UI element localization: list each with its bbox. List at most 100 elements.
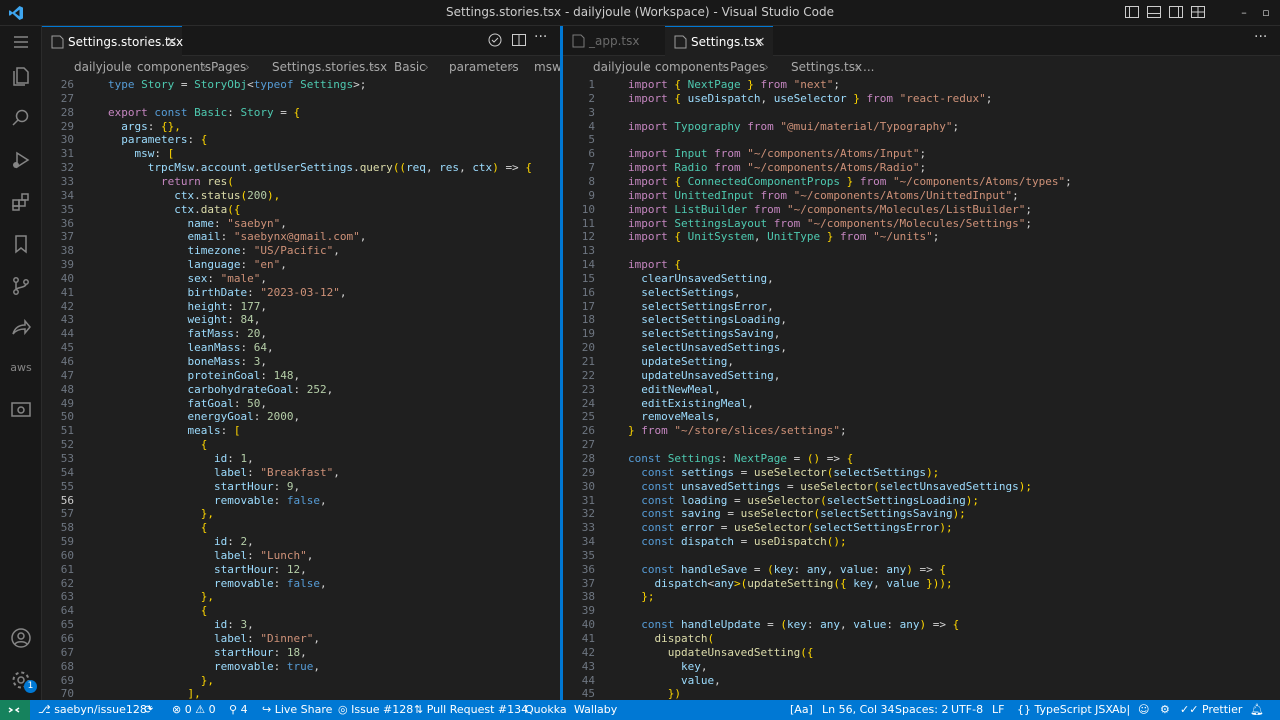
- code-line[interactable]: 33 return res(: [42, 175, 547, 189]
- code-line[interactable]: 34 const dispatch = useDispatch();: [563, 535, 1263, 549]
- tab-app[interactable]: _app.tsx: [563, 26, 661, 56]
- code-line[interactable]: 30 parameters: {: [42, 133, 547, 147]
- encoding[interactable]: UTF-8: [951, 700, 983, 720]
- code-line[interactable]: 35 ctx.data({: [42, 203, 547, 217]
- branch-item[interactable]: ⎇ saebyn/issue128*: [38, 700, 152, 720]
- tab-settings[interactable]: Settings.tsx ×: [665, 26, 773, 56]
- code-line[interactable]: 1 import { NextPage } from "next";: [563, 78, 1263, 92]
- code-line[interactable]: 34 ctx.status(200),: [42, 189, 547, 203]
- code-line[interactable]: 9 import UnittedInput from "~/components/…: [563, 189, 1263, 203]
- extensions-icon[interactable]: [9, 190, 33, 214]
- code-line[interactable]: 18 selectSettingsLoading,: [563, 313, 1263, 327]
- code-line[interactable]: 45 leanMass: 64,: [42, 341, 547, 355]
- code-line[interactable]: 22 updateUnsavedSetting,: [563, 369, 1263, 383]
- aws-icon[interactable]: aws: [9, 356, 33, 380]
- remote-explorer-icon[interactable]: [9, 398, 33, 422]
- pull-request-item[interactable]: ⇅ Pull Request #134: [414, 700, 528, 720]
- code-line[interactable]: 57 },: [42, 507, 547, 521]
- code-line[interactable]: 38 timezone: "US/Pacific",: [42, 244, 547, 258]
- code-line[interactable]: 70 ],: [42, 687, 547, 700]
- close-icon[interactable]: ×: [166, 27, 178, 57]
- code-line[interactable]: 42 updateUnsavedSetting({: [563, 646, 1263, 660]
- code-line[interactable]: 11 import SettingsLayout from "~/componen…: [563, 217, 1263, 231]
- source-control-icon[interactable]: [9, 274, 33, 298]
- code-editor-right[interactable]: 1 import { NextPage } from "next"; 2 import…: [563, 78, 1280, 700]
- code-line[interactable]: 21 updateSetting,: [563, 355, 1263, 369]
- code-line[interactable]: 43 key,: [563, 660, 1263, 674]
- match-case-item[interactable]: [Aa]: [790, 700, 813, 720]
- code-line[interactable]: 29 args: {},: [42, 120, 547, 134]
- code-line[interactable]: 68 removable: true,: [42, 660, 547, 674]
- copilot-icon[interactable]: ☺: [1138, 700, 1149, 720]
- end-of-line[interactable]: LF: [992, 700, 1004, 720]
- language-mode[interactable]: {} TypeScript JSX: [1017, 700, 1113, 720]
- code-line[interactable]: 44 value,: [563, 674, 1263, 688]
- code-line[interactable]: 36 name: "saebyn",: [42, 217, 547, 231]
- code-line[interactable]: 19 selectSettingsSaving,: [563, 327, 1263, 341]
- code-line[interactable]: 40 const handleUpdate = (key: any, value…: [563, 618, 1263, 632]
- more-actions-icon[interactable]: ···: [534, 30, 550, 48]
- run-debug-icon[interactable]: [9, 148, 33, 172]
- code-line[interactable]: 37 email: "saebynx@gmail.com",: [42, 230, 547, 244]
- quokka-item[interactable]: Quokka: [525, 700, 567, 720]
- code-line[interactable]: 50 energyGoal: 2000,: [42, 410, 547, 424]
- code-line[interactable]: 40 sex: "male",: [42, 272, 547, 286]
- code-line[interactable]: 42 height: 177,: [42, 300, 547, 314]
- code-line[interactable]: 43 weight: 84,: [42, 313, 547, 327]
- code-line[interactable]: 62 removable: false,: [42, 577, 547, 591]
- code-line[interactable]: 20 selectUnsavedSettings,: [563, 341, 1263, 355]
- settings-sync-icon[interactable]: ⚙: [1160, 700, 1170, 720]
- code-line[interactable]: 59 id: 2,: [42, 535, 547, 549]
- code-line[interactable]: 25 removeMeals,: [563, 410, 1263, 424]
- code-line[interactable]: 35: [563, 549, 1263, 563]
- code-line[interactable]: 41 dispatch(: [563, 632, 1263, 646]
- breadcrumb-item[interactable]: components: [655, 56, 729, 78]
- code-line[interactable]: 13: [563, 244, 1263, 258]
- code-editor-left[interactable]: 26 type Story = StoryObj<typeof Settings>…: [42, 78, 560, 700]
- live-share-icon[interactable]: [9, 316, 33, 340]
- breadcrumb-item[interactable]: msw: [534, 56, 560, 78]
- toggle-panel-icon[interactable]: [1146, 4, 1162, 20]
- breadcrumb-item[interactable]: Pages: [730, 56, 765, 78]
- code-line[interactable]: 10 import ListBuilder from "~/components/…: [563, 203, 1263, 217]
- code-line[interactable]: 2 import { useDispatch, useSelector } fro…: [563, 92, 1263, 106]
- code-line[interactable]: 29 const settings = useSelector(selectSe…: [563, 466, 1263, 480]
- sync-icon[interactable]: ⟳: [144, 700, 153, 720]
- prettier-item[interactable]: ✓✓ Prettier: [1180, 700, 1242, 720]
- customize-layout-icon[interactable]: [1190, 4, 1206, 20]
- breadcrumb-item[interactable]: dailyjoule: [74, 56, 132, 78]
- code-line[interactable]: 53 id: 1,: [42, 452, 547, 466]
- code-line[interactable]: 8 import { ConnectedComponentProps } from…: [563, 175, 1263, 189]
- notifications-bell-icon[interactable]: 🔔︎: [1250, 700, 1264, 720]
- code-line[interactable]: 54 label: "Breakfast",: [42, 466, 547, 480]
- code-line[interactable]: 41 birthDate: "2023-03-12",: [42, 286, 547, 300]
- code-line[interactable]: 27: [563, 438, 1263, 452]
- problems-item[interactable]: ⊗ 0 ⚠ 0: [172, 700, 216, 720]
- code-line[interactable]: 17 selectSettingsError,: [563, 300, 1263, 314]
- code-line[interactable]: 63 },: [42, 590, 547, 604]
- ports-item[interactable]: ⚲ 4: [229, 700, 248, 720]
- ab-item[interactable]: Ab|: [1112, 700, 1130, 720]
- code-line[interactable]: 64 {: [42, 604, 547, 618]
- more-actions-icon[interactable]: ···: [1254, 30, 1270, 48]
- code-line[interactable]: 7 import Radio from "~/components/Atoms/R…: [563, 161, 1263, 175]
- breadcrumb-item[interactable]: Settings.tsx: [791, 56, 862, 78]
- breadcrumb-item[interactable]: Basic: [394, 56, 426, 78]
- code-line[interactable]: 47 proteinGoal: 148,: [42, 369, 547, 383]
- code-line[interactable]: 32 trpcMsw.account.getUserSettings.query…: [42, 161, 547, 175]
- code-line[interactable]: 65 id: 3,: [42, 618, 547, 632]
- code-line[interactable]: 48 carbohydrateGoal: 252,: [42, 383, 547, 397]
- close-icon[interactable]: ×: [754, 27, 766, 57]
- code-line[interactable]: 16 selectSettings,: [563, 286, 1263, 300]
- breadcrumb-item[interactable]: dailyjoule: [593, 56, 651, 78]
- code-line[interactable]: 66 label: "Dinner",: [42, 632, 547, 646]
- wallaby-item[interactable]: Wallaby: [574, 700, 617, 720]
- code-line[interactable]: 49 fatGoal: 50,: [42, 397, 547, 411]
- code-line[interactable]: 14 import {: [563, 258, 1263, 272]
- breadcrumb-item[interactable]: Pages: [211, 56, 246, 78]
- code-line[interactable]: 38 };: [563, 590, 1263, 604]
- code-line[interactable]: 28 export const Basic: Story = {: [42, 106, 547, 120]
- code-line[interactable]: 56 removable: false,: [42, 494, 547, 508]
- tab-settings-stories[interactable]: Settings.stories.tsx ×: [42, 26, 183, 57]
- code-line[interactable]: 67 startHour: 18,: [42, 646, 547, 660]
